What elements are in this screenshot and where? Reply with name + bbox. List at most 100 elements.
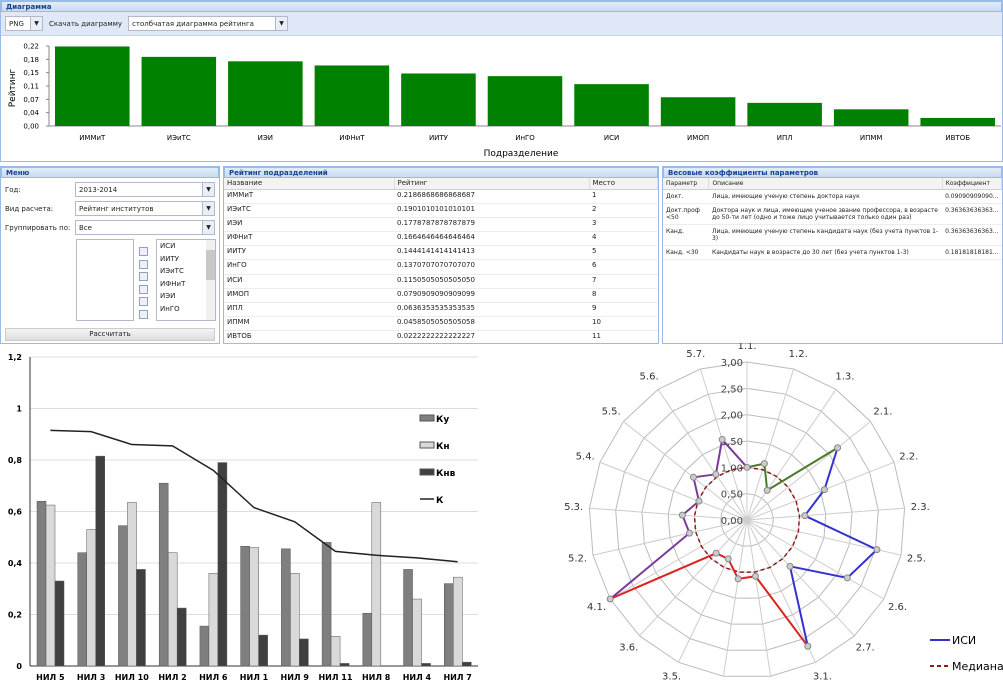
table-cell: 1	[589, 189, 658, 204]
y-tick-label: 0,8	[8, 456, 23, 465]
column-header[interactable]: Место	[589, 178, 658, 190]
move-item-icon[interactable]	[139, 272, 148, 281]
table-row[interactable]: ИЭИ 0.1778787878787879 3	[224, 217, 658, 233]
bar-Кн	[45, 504, 56, 667]
r-tick-label: 3,00	[721, 358, 743, 369]
table-row[interactable]: ИММиТ 0.2186868686868687 1	[224, 189, 658, 204]
column-header[interactable]: Название	[224, 178, 395, 190]
table-row[interactable]: ИСИ 0.1150505050505050 7	[224, 274, 658, 289]
axis-label: 2.6.	[888, 602, 907, 613]
table-row[interactable]: ИПММ 0.0458505050505058 10	[224, 316, 658, 332]
download-chart-button[interactable]: Скачать диаграмму	[49, 20, 122, 28]
bar-Ку	[321, 542, 332, 667]
y-tick-label: 0,4	[8, 559, 23, 568]
table-row[interactable]: Канд. Лица, имеющие ученую степень кандид…	[663, 224, 1002, 246]
chart-type-select[interactable]: столбчатая диаграмма рейтинга ▼	[128, 16, 289, 31]
chevron-down-icon[interactable]: ▼	[30, 17, 42, 30]
table-row[interactable]: ИПЛ 0.0636353535353535 9	[224, 302, 658, 318]
column-header[interactable]: Рейтинг	[394, 178, 590, 190]
calculate-button[interactable]: Рассчитать	[5, 328, 215, 341]
move-item-icon[interactable]	[139, 309, 148, 319]
format-select[interactable]: PNG ▼	[5, 16, 43, 31]
data-point	[695, 497, 703, 505]
move-item-icon[interactable]	[139, 297, 148, 306]
bar-Ку	[240, 546, 250, 667]
column-header[interactable]: Коэффициент	[942, 178, 1002, 190]
bar-Кн	[167, 552, 178, 667]
bar	[487, 76, 563, 126]
data-point	[689, 473, 697, 481]
year-select[interactable]: 2013-2014 ▼	[75, 182, 215, 197]
axis-label: 1.1.	[737, 343, 756, 352]
table-row[interactable]: ИнГО 0.1370707070707070 6	[224, 259, 658, 275]
table-row[interactable]: ИМОП 0.0790909090909099 8	[224, 288, 658, 304]
y-tick-label: 0,04	[23, 109, 39, 117]
list-item[interactable]: ИИТУ	[160, 255, 212, 268]
bar	[920, 117, 995, 126]
move-item-icon[interactable]	[139, 259, 148, 269]
diagram-toolbar: PNG ▼ Скачать диаграмму столбчатая диагра…	[1, 12, 1002, 36]
bar-Кн	[208, 573, 219, 667]
list-item[interactable]: ИнГО	[160, 305, 212, 318]
bar	[574, 84, 649, 126]
move-item-icon[interactable]	[139, 284, 148, 294]
table-cell: ИПММ	[224, 316, 394, 332]
list-item[interactable]: ИФНиТ	[160, 280, 212, 293]
chevron-down-icon[interactable]: ▼	[275, 17, 288, 30]
column-header[interactable]: Описание	[708, 178, 943, 190]
table-row[interactable]: Докт. Лица, имеющие ученую степень доктор…	[663, 189, 1002, 204]
table-row[interactable]: ИИТУ 0.1444141414141413 5	[224, 245, 658, 261]
list-item[interactable]: ИЭИ	[160, 292, 212, 305]
column-header[interactable]: Параметр	[663, 178, 710, 190]
table-row[interactable]: Канд. <30 Кандидаты наук в возрасте до 30…	[663, 245, 1002, 260]
selected-list[interactable]	[76, 239, 134, 321]
axis-label: 4.1.	[587, 602, 606, 613]
table-cell: 0.1150505050505050	[394, 274, 589, 289]
table-row[interactable]: ИФНиТ 0.1664646464646464 4	[224, 231, 658, 247]
x-tick-label: ИИТУ	[429, 134, 449, 142]
x-axis-title: Подразделение	[484, 149, 559, 159]
data-point	[873, 546, 881, 554]
bar	[141, 56, 217, 126]
table-cell: 8	[589, 288, 658, 304]
table-cell: ИЭиТС	[224, 203, 394, 218]
table-cell: ИПЛ	[224, 302, 394, 318]
table-cell: 0.36363636363...	[942, 203, 1002, 225]
data-point	[801, 512, 809, 520]
y-tick-label: 0,00	[23, 123, 39, 131]
bar-Кнв	[176, 607, 187, 667]
bar	[228, 61, 303, 126]
group-select[interactable]: Все ▼	[75, 220, 215, 235]
table-cell: 10	[589, 316, 658, 332]
available-list[interactable]: ИСИ ИИТУ ИЭиТС ИФНиТ ИЭИ ИнГО	[156, 239, 216, 321]
list-item[interactable]: ИСИ	[160, 242, 212, 255]
y-tick-label: 0	[16, 662, 22, 671]
data-point	[734, 575, 742, 583]
bar-Ку	[77, 552, 87, 667]
bar-Кн	[290, 573, 300, 667]
list-item[interactable]: ИЭиТС	[160, 267, 212, 280]
axis-label: 3.6.	[619, 642, 638, 653]
calc-select[interactable]: Рейтинг институтов ▼	[75, 201, 215, 216]
series-segment	[609, 552, 717, 600]
x-tick-label: ИПММ	[860, 134, 883, 142]
chevron-down-icon[interactable]: ▼	[202, 183, 214, 196]
chart-type-value: столбчатая диаграмма рейтинга	[132, 19, 254, 28]
legend-label: Кн	[436, 442, 450, 452]
data-point	[804, 642, 812, 650]
x-tick-label: НИЛ 3	[77, 673, 105, 682]
chevron-down-icon[interactable]: ▼	[202, 221, 214, 234]
panel-title: Диаграмма	[1, 1, 1002, 12]
y-tick-label: 0,07	[23, 96, 39, 104]
table-cell: 9	[589, 302, 658, 318]
radar-chart: 1.1. 1.2. 1.3. 2.1. 2.2. 2.3. 2.5. 2.6. 2.7. 3.1.…	[564, 343, 1003, 688]
table-row[interactable]: Докт.проф <50 Доктора наук и лица, имеющи…	[663, 203, 1002, 225]
scrollbar[interactable]	[206, 240, 215, 320]
table-cell: Канд.	[663, 224, 709, 246]
data-point	[763, 486, 771, 494]
chevron-down-icon[interactable]: ▼	[202, 202, 214, 215]
table-row[interactable]: ИЭиТС 0.1901010101010101 2	[224, 203, 658, 218]
bar-Ку	[158, 482, 169, 667]
move-item-icon[interactable]	[139, 247, 148, 256]
bar-Кн	[249, 547, 259, 667]
